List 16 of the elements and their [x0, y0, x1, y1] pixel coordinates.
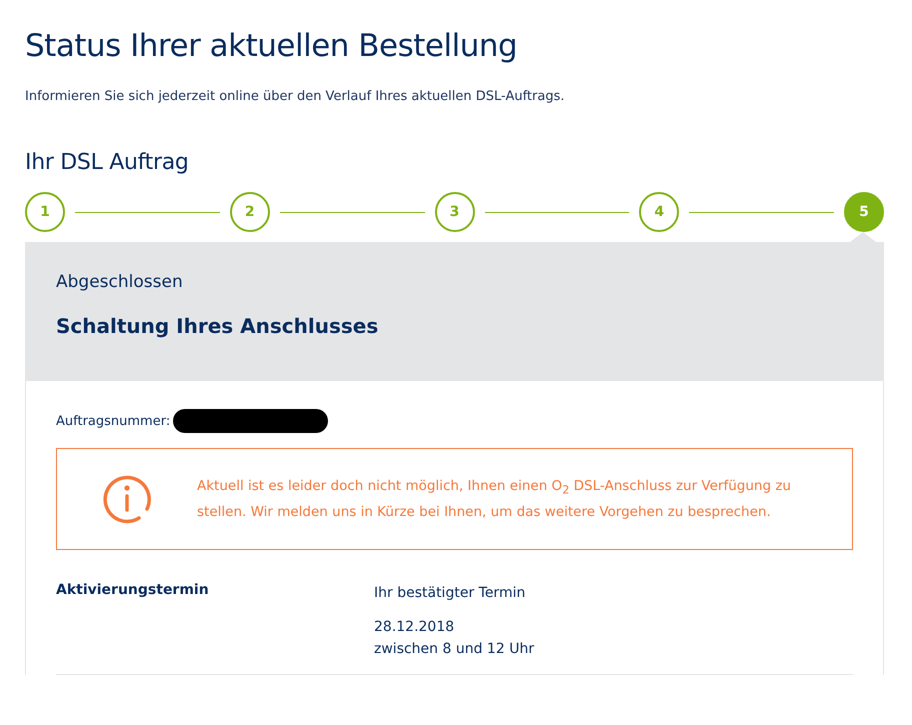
- intro-text: Informieren Sie sich jederzeit online über den Verlauf Ihres aktuellen DSL-Auftrags.: [25, 89, 566, 104]
- page-title: Status Ihrer aktuellen Bestellung: [25, 27, 518, 64]
- section-title: Ihr DSL Auftrag: [25, 150, 190, 175]
- step-circle: 1: [25, 192, 65, 232]
- step-circle: 2: [230, 192, 270, 232]
- step-circle: 3: [434, 192, 474, 232]
- status-state: Abgeschlossen: [56, 272, 184, 292]
- status-title: Schaltung Ihres Anschlusses: [56, 314, 380, 338]
- activation-caption: Ihr bestätigter Termin: [374, 584, 526, 603]
- activation-time: zwischen 8 und 12 Uhr: [374, 640, 534, 659]
- activation-date: 28.12.2018: [374, 618, 456, 637]
- activation-label: Aktivierungstermin: [56, 582, 210, 600]
- notice-text: Aktuell ist es leider doch nicht möglich, Ihnen einen O$_{2}$ DSL-Anschluss zur Verfügung zu stellen. Wir melden uns in Kürze bei Ihnen, um das weitere Vorgehen zu besprechen.: [197, 476, 792, 522]
- step-circle: 5: [844, 192, 884, 232]
- step-circle: 4: [639, 192, 680, 232]
- order-number-label: Auftragsnummer:: [56, 414, 170, 428]
